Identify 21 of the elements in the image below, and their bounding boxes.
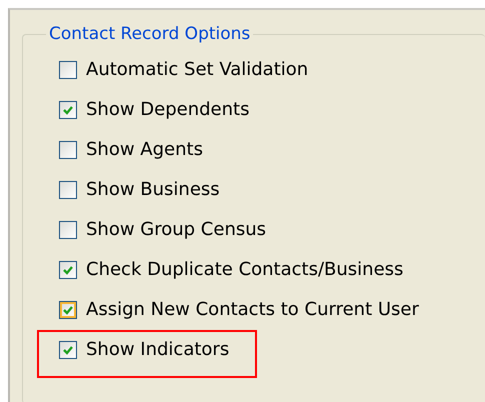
checkbox[interactable] xyxy=(59,141,77,159)
check-icon xyxy=(62,304,74,316)
checkbox-label[interactable]: Automatic Set Validation xyxy=(86,58,308,82)
checkbox-label[interactable]: Show Dependents xyxy=(86,98,250,122)
checkbox[interactable] xyxy=(59,181,77,199)
checkbox[interactable] xyxy=(59,221,77,239)
checkbox[interactable] xyxy=(59,301,77,319)
check-icon xyxy=(62,104,74,116)
checkbox[interactable] xyxy=(59,61,77,79)
check-icon xyxy=(62,344,74,356)
group-title: Contact Record Options xyxy=(48,24,252,44)
checkbox-label[interactable]: Show Group Census xyxy=(86,218,266,242)
checkbox-label[interactable]: Show Indicators xyxy=(86,338,230,362)
checkbox[interactable] xyxy=(59,341,77,359)
checkbox-label[interactable]: Assign New Contacts to Current User xyxy=(86,298,419,322)
checkbox-label[interactable]: Show Agents xyxy=(86,138,203,162)
checkbox[interactable] xyxy=(59,101,77,119)
checkbox-label[interactable]: Show Business xyxy=(86,178,220,202)
checkbox[interactable] xyxy=(59,261,77,279)
checkbox-label[interactable]: Check Duplicate Contacts/Business xyxy=(86,258,404,282)
check-icon xyxy=(62,264,74,276)
